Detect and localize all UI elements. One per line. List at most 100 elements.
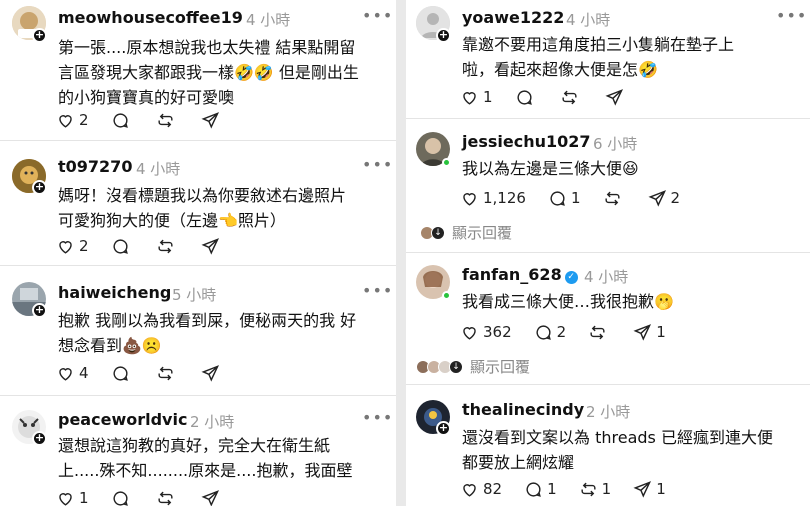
username[interactable]: peaceworldvic	[58, 410, 187, 429]
share-button[interactable]: 1	[633, 480, 666, 499]
comment-bubble-icon	[113, 365, 128, 381]
heart-icon	[59, 240, 72, 254]
timestamp: 2 小時	[190, 413, 235, 431]
repost-button[interactable]	[560, 88, 583, 107]
like-count: 2	[79, 237, 89, 255]
heart-icon	[463, 483, 476, 497]
more-options-icon[interactable]: •••	[362, 155, 393, 174]
comment-button[interactable]	[111, 489, 134, 506]
send-icon	[201, 237, 219, 255]
show-replies-label[interactable]: 顯示回覆	[470, 356, 530, 377]
repost-button[interactable]	[588, 323, 611, 342]
username[interactable]: thealinecindy	[462, 400, 584, 419]
like-button[interactable]: 82	[460, 480, 502, 499]
like-button[interactable]: 1	[56, 489, 89, 506]
comment-text-line: 靠邀不要用這角度拍三小隻躺在墊子上	[462, 35, 735, 54]
follow-plus-icon[interactable]: +	[32, 303, 47, 318]
follow-plus-icon[interactable]: +	[436, 28, 451, 43]
comment-button[interactable]: 1	[524, 480, 557, 499]
comment-post: jessiechu1027 6 小時 我以為左邊是三條大便😆 1,126 1 2	[406, 122, 810, 252]
comment-text: 靠邀不要用這角度拍三小隻躺在墊子上 啦，看起來超像大便是怎🤣	[462, 32, 734, 82]
more-options-icon[interactable]: •••	[362, 6, 393, 25]
comment-post: fanfan_628✓ 4 小時 我看成三條大便…我很抱歉🫢 362 2 1	[406, 257, 810, 381]
like-button[interactable]: 362	[460, 323, 512, 342]
username-text[interactable]: fanfan_628	[462, 265, 562, 284]
username[interactable]: meowhousecoffee19	[58, 8, 243, 27]
show-replies-link[interactable]: ↓ 顯示回覆	[420, 222, 512, 243]
comment-text-line: 想念看到💩☹️	[58, 336, 162, 355]
repost-button[interactable]	[156, 364, 179, 383]
share-count: 1	[656, 323, 666, 341]
comment-text: 還沒看到文案以為 threads 已經瘋到連大便 都要放上網炫耀	[462, 425, 773, 475]
share-button[interactable]	[201, 489, 224, 506]
online-status-icon	[442, 158, 451, 167]
timestamp: 4 小時	[584, 268, 629, 286]
like-button[interactable]: 1,126	[460, 189, 526, 208]
send-icon	[633, 480, 652, 498]
more-options-icon[interactable]: •••	[362, 281, 393, 300]
username[interactable]: jessiechu1027	[462, 132, 591, 151]
comment-button[interactable]	[111, 237, 134, 256]
heart-icon	[59, 367, 72, 381]
share-button[interactable]: 1	[633, 323, 666, 342]
username[interactable]: fanfan_628 ✓	[462, 265, 578, 284]
action-bar: 4	[56, 363, 246, 383]
comment-button[interactable]	[111, 364, 134, 383]
share-button[interactable]	[201, 111, 224, 130]
comment-text-line: 都要放上網炫耀	[462, 453, 575, 472]
comment-text-line: 言區發現大家都跟我一樣🤣🤣 但是剛出生	[58, 63, 359, 82]
action-bar: 82 1 1 1	[460, 479, 688, 499]
like-button[interactable]: 4	[56, 364, 89, 383]
comment-text-line: 抱歉 我剛以為我看到屎，便秘兩天的我 好	[58, 311, 357, 330]
comment-bubble-icon	[113, 490, 128, 506]
more-options-icon[interactable]: •••	[362, 408, 393, 427]
share-button[interactable]	[201, 237, 224, 256]
share-button[interactable]: 2	[647, 189, 680, 208]
username[interactable]: t097270	[58, 157, 132, 176]
comment-count: 2	[556, 323, 567, 341]
send-icon	[633, 323, 652, 341]
like-button[interactable]: 1	[460, 88, 493, 107]
follow-plus-icon[interactable]: +	[32, 180, 47, 195]
comment-text-line: 還想說這狗教的真好，完全大在衛生紙	[58, 436, 331, 455]
show-replies-label[interactable]: 顯示回覆	[452, 222, 512, 243]
divider	[0, 395, 396, 396]
comment-post: + meowhousecoffee19 4 小時 ••• 第一張....原本想說…	[0, 0, 396, 133]
follow-plus-icon[interactable]: +	[32, 431, 47, 446]
repost-button[interactable]	[603, 189, 626, 208]
comment-button[interactable]: 1	[548, 189, 581, 208]
comment-bubble-icon	[517, 89, 532, 105]
chevron-down-icon: ↓	[431, 225, 445, 240]
like-button[interactable]: 2	[56, 111, 89, 130]
comment-button[interactable]	[111, 111, 134, 130]
divider	[406, 252, 810, 253]
show-replies-link[interactable]: ↓ 顯示回覆	[416, 356, 530, 377]
like-count: 362	[483, 323, 512, 341]
more-options-icon[interactable]: •••	[776, 6, 807, 25]
share-button[interactable]	[201, 364, 224, 383]
comment-bubble-icon	[526, 481, 541, 497]
repost-button[interactable]	[156, 111, 179, 130]
follow-plus-icon[interactable]: +	[32, 28, 47, 43]
share-button[interactable]	[605, 88, 628, 107]
comment-button[interactable]: 2	[534, 323, 567, 342]
comment-post: + haiweicheng 5 小時 ••• 抱歉 我剛以為我看到屎，便秘兩天的…	[0, 270, 396, 395]
follow-plus-icon[interactable]: +	[436, 421, 451, 436]
like-button[interactable]: 2	[56, 237, 89, 256]
verified-badge-icon: ✓	[564, 271, 578, 284]
repost-button[interactable]: 1	[579, 480, 612, 499]
comment-text-line: 我看成三條大便…我很抱歉🫢	[462, 292, 674, 311]
like-count: 82	[483, 480, 503, 498]
left-thread-column: + meowhousecoffee19 4 小時 ••• 第一張....原本想說…	[0, 0, 396, 506]
comment-text: 抱歉 我剛以為我看到屎，便秘兩天的我 好 想念看到💩☹️	[58, 308, 356, 358]
username[interactable]: haiweicheng	[58, 283, 171, 302]
share-count: 1	[656, 480, 666, 498]
action-bar: 2	[56, 236, 246, 256]
repost-count: 1	[601, 480, 612, 498]
divider	[406, 118, 810, 119]
repost-button[interactable]	[156, 237, 179, 256]
comment-button[interactable]	[515, 88, 538, 107]
username[interactable]: yoawe1222	[462, 8, 564, 27]
online-status-icon	[442, 291, 451, 300]
repost-button[interactable]	[156, 489, 179, 506]
